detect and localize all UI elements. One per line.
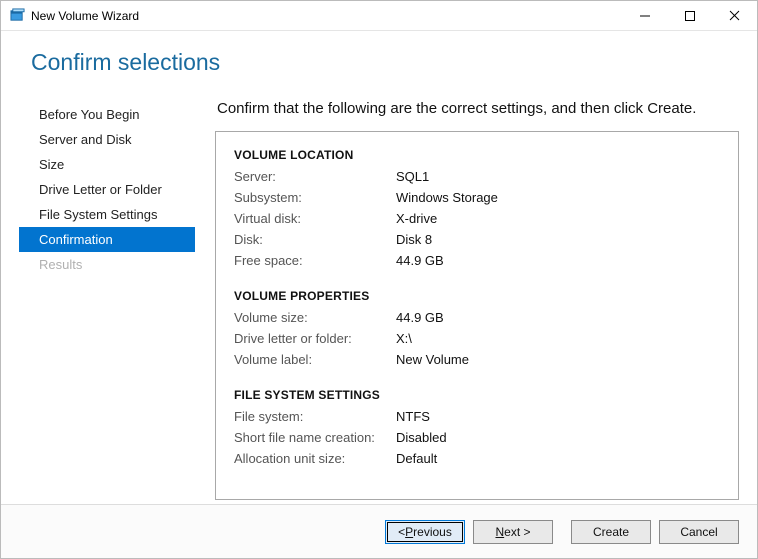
step-server-and-disk[interactable]: Server and Disk <box>19 127 195 152</box>
label-drive-letter: Drive letter or folder: <box>234 331 396 346</box>
row-free-space: Free space:44.9 GB <box>234 250 720 271</box>
value-subsystem: Windows Storage <box>396 190 498 205</box>
label-allocation-unit-size: Allocation unit size: <box>234 451 396 466</box>
wizard-header: Confirm selections <box>1 31 757 86</box>
label-volume-size: Volume size: <box>234 310 396 325</box>
row-volume-size: Volume size:44.9 GB <box>234 307 720 328</box>
value-short-file-name: Disabled <box>396 430 447 445</box>
window-title: New Volume Wizard <box>31 9 622 23</box>
step-confirmation[interactable]: Confirmation <box>19 227 195 252</box>
create-button[interactable]: Create <box>571 520 651 544</box>
label-disk: Disk: <box>234 232 396 247</box>
label-server: Server: <box>234 169 396 184</box>
next-button[interactable]: Next > <box>473 520 553 544</box>
value-disk: Disk 8 <box>396 232 432 247</box>
maximize-button[interactable] <box>667 2 712 30</box>
step-before-you-begin[interactable]: Before You Begin <box>19 102 195 127</box>
row-server: Server:SQL1 <box>234 166 720 187</box>
value-drive-letter: X:\ <box>396 331 412 346</box>
wizard-window: New Volume Wizard Confirm selections Bef… <box>0 0 758 559</box>
value-free-space: 44.9 GB <box>396 253 444 268</box>
wizard-footer: < Previous Next > Create Cancel <box>1 504 757 558</box>
confirmation-panel: VOLUME LOCATION Server:SQL1 Subsystem:Wi… <box>215 131 739 500</box>
window-controls <box>622 2 757 30</box>
step-file-system-settings[interactable]: File System Settings <box>19 202 195 227</box>
step-size[interactable]: Size <box>19 152 195 177</box>
label-virtual-disk: Virtual disk: <box>234 211 396 226</box>
titlebar: New Volume Wizard <box>1 1 757 31</box>
value-server: SQL1 <box>396 169 429 184</box>
section-file-system-settings: FILE SYSTEM SETTINGS <box>234 388 720 402</box>
instruction-text: Confirm that the following are the corre… <box>215 98 739 131</box>
section-volume-properties: VOLUME PROPERTIES <box>234 289 720 303</box>
label-free-space: Free space: <box>234 253 396 268</box>
label-file-system: File system: <box>234 409 396 424</box>
row-disk: Disk:Disk 8 <box>234 229 720 250</box>
previous-button[interactable]: < Previous <box>385 520 465 544</box>
close-button[interactable] <box>712 2 757 30</box>
value-file-system: NTFS <box>396 409 430 424</box>
row-short-file-name: Short file name creation:Disabled <box>234 427 720 448</box>
value-volume-size: 44.9 GB <box>396 310 444 325</box>
app-icon <box>9 8 25 24</box>
row-file-system: File system:NTFS <box>234 406 720 427</box>
wizard-body: Before You Begin Server and Disk Size Dr… <box>1 86 757 504</box>
value-allocation-unit-size: Default <box>396 451 437 466</box>
step-drive-letter-or-folder[interactable]: Drive Letter or Folder <box>19 177 195 202</box>
row-allocation-unit-size: Allocation unit size:Default <box>234 448 720 469</box>
minimize-button[interactable] <box>622 2 667 30</box>
label-volume-label: Volume label: <box>234 352 396 367</box>
step-results: Results <box>19 252 195 277</box>
row-subsystem: Subsystem:Windows Storage <box>234 187 720 208</box>
section-volume-location: VOLUME LOCATION <box>234 148 720 162</box>
label-subsystem: Subsystem: <box>234 190 396 205</box>
label-short-file-name: Short file name creation: <box>234 430 396 445</box>
row-volume-label: Volume label:New Volume <box>234 349 720 370</box>
steps-sidebar: Before You Begin Server and Disk Size Dr… <box>19 98 195 500</box>
main-content: Confirm that the following are the corre… <box>195 98 739 500</box>
row-virtual-disk: Virtual disk:X-drive <box>234 208 720 229</box>
row-drive-letter: Drive letter or folder:X:\ <box>234 328 720 349</box>
value-virtual-disk: X-drive <box>396 211 437 226</box>
cancel-button[interactable]: Cancel <box>659 520 739 544</box>
value-volume-label: New Volume <box>396 352 469 367</box>
page-title: Confirm selections <box>31 49 757 76</box>
